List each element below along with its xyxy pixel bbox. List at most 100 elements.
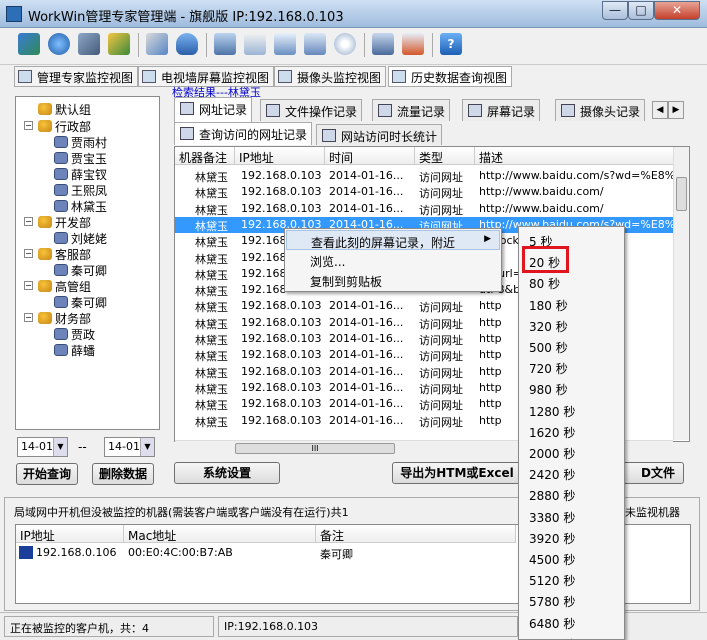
date-to-select[interactable]: 14-01 ▼	[104, 437, 155, 457]
tree-user[interactable]: 薛宝钗	[54, 166, 107, 183]
submenu-item[interactable]: 2000 秒	[529, 442, 619, 462]
tree-user[interactable]: 刘姥姥	[54, 230, 107, 247]
start-query-button[interactable]: 开始查询	[16, 463, 78, 485]
stack-icon[interactable]	[18, 33, 40, 55]
tab-screen-records[interactable]: 屏幕记录	[462, 99, 541, 121]
computer-icon[interactable]	[372, 33, 394, 55]
menu-item-copy[interactable]: 复制到剪贴板	[286, 270, 500, 290]
mail-icon[interactable]	[244, 33, 266, 55]
collapse-icon[interactable]: −	[24, 217, 33, 226]
collapse-icon[interactable]: −	[24, 313, 33, 322]
submenu-item[interactable]: 320 秒	[529, 315, 619, 335]
menu-item-view-screen[interactable]: 查看此刻的屏幕记录，附近 ▶	[286, 230, 500, 250]
submenu-item[interactable]: 180 秒	[529, 294, 619, 314]
tab-monitor-view[interactable]: 管理专家监控视图	[14, 66, 139, 87]
delete-data-button[interactable]: 删除数据	[92, 463, 154, 485]
submenu-item[interactable]: 7220 秒	[529, 633, 619, 639]
app-icon	[6, 6, 22, 22]
column-header[interactable]: 时间	[325, 147, 415, 165]
collapse-icon[interactable]: −	[24, 249, 33, 258]
submenu-item[interactable]: 3380 秒	[529, 506, 619, 526]
tree-user[interactable]: 薛蟠	[54, 342, 95, 359]
tree-user[interactable]: 贾政	[54, 326, 95, 343]
help-icon[interactable]: ?	[440, 33, 462, 55]
tab-history-view[interactable]: 历史数据查询视图	[388, 66, 513, 87]
date-separator: --	[78, 440, 87, 454]
column-header[interactable]: 备注	[316, 525, 516, 543]
submenu-item[interactable]: 5120 秒	[529, 569, 619, 589]
submenu-item[interactable]: 2420 秒	[529, 463, 619, 483]
users-icon[interactable]	[108, 33, 130, 55]
photo-icon[interactable]	[274, 33, 296, 55]
user-icon	[54, 328, 68, 340]
export-file-button[interactable]: D文件	[616, 462, 684, 484]
submenu-item[interactable]: 4500 秒	[529, 548, 619, 568]
tree-user[interactable]: 秦可卿	[54, 294, 107, 311]
tree-group[interactable]: 开发部	[38, 214, 91, 231]
tree-group[interactable]: 高管组	[38, 278, 91, 295]
scroll-thumb[interactable]: III	[235, 443, 395, 454]
table-row[interactable]: 林黛玉 192.168.0.103 2014-01-16... 访问网址 http://…	[175, 201, 675, 217]
url-icon	[180, 127, 194, 140]
submenu-item[interactable]: 3920 秒	[529, 527, 619, 547]
tab-scroll-right[interactable]: ▶	[668, 101, 684, 119]
tree-user[interactable]: 秦可卿	[54, 262, 107, 279]
column-header[interactable]: 描述	[475, 147, 675, 165]
column-header[interactable]: IP地址	[16, 525, 124, 543]
tree-user[interactable]: 贾宝玉	[54, 150, 107, 167]
screens-icon[interactable]	[304, 33, 326, 55]
send-icon[interactable]	[146, 33, 168, 55]
tab-camera-records[interactable]: 摄像头记录	[555, 99, 646, 121]
tab-site-duration[interactable]: 网站访问时长统计	[316, 124, 443, 145]
table-row[interactable]: 林黛玉 192.168.0.103 2014-01-16... 访问网址 http://…	[175, 168, 689, 184]
tab-traffic-records[interactable]: 流量记录	[372, 99, 451, 121]
tree-group[interactable]: 财务部	[38, 310, 91, 327]
tab-url-records[interactable]: 网址记录	[174, 97, 253, 122]
tree-user[interactable]: 王熙凤	[54, 182, 107, 199]
presentation-icon[interactable]	[402, 33, 424, 55]
monitor-icon[interactable]	[214, 33, 236, 55]
disc-icon[interactable]	[334, 33, 356, 55]
submenu-item[interactable]: 500 秒	[529, 336, 619, 356]
settings-icon[interactable]	[78, 33, 100, 55]
submenu-item[interactable]: 6480 秒	[529, 612, 619, 632]
column-header[interactable]: IP地址	[235, 147, 325, 165]
tree-group[interactable]: 默认组	[38, 101, 91, 118]
column-header[interactable]: 类型	[415, 147, 475, 165]
system-settings-button[interactable]: 系统设置	[174, 462, 280, 484]
minimize-button[interactable]: —	[602, 1, 628, 20]
submenu-item[interactable]: 80 秒	[529, 272, 619, 292]
collapse-icon[interactable]: −	[24, 121, 33, 130]
pin-icon[interactable]	[176, 33, 198, 55]
computer-icon	[19, 546, 33, 559]
close-button[interactable]: ✕	[654, 1, 700, 20]
vertical-scrollbar[interactable]	[673, 147, 689, 440]
table-row[interactable]: 林黛玉 192.168.0.103 2014-01-16... 访问网址 http://…	[175, 184, 675, 200]
tree-group[interactable]: 行政部	[38, 118, 91, 135]
tree-group[interactable]: 客服部	[38, 246, 91, 263]
globe-icon[interactable]	[48, 33, 70, 55]
user-icon	[54, 200, 68, 212]
menu-item-browse[interactable]: 浏览...	[286, 250, 500, 270]
tab-file-records[interactable]: 文件操作记录	[260, 99, 363, 121]
tab-query-urls[interactable]: 查询访问的网址记录	[174, 122, 313, 145]
submenu-item[interactable]: 5780 秒	[529, 590, 619, 610]
tab-camera-view[interactable]: 摄像头监控视图	[274, 66, 387, 87]
group-icon	[38, 280, 52, 292]
tab-scroll-left[interactable]: ◀	[652, 101, 668, 119]
submenu-item[interactable]: 1280 秒	[529, 400, 619, 420]
submenu-item[interactable]: 980 秒	[529, 378, 619, 398]
maximize-button[interactable]: □	[628, 1, 654, 20]
export-html-excel-button[interactable]: 导出为HTM或Excel	[392, 462, 522, 484]
collapse-icon[interactable]: −	[24, 281, 33, 290]
tree-user[interactable]: 贾雨村	[54, 134, 107, 151]
tree-user[interactable]: 林黛玉	[54, 198, 107, 215]
scroll-thumb[interactable]	[676, 177, 687, 211]
date-from-select[interactable]: 14-01 ▼	[17, 437, 68, 457]
submenu-item[interactable]: 720 秒	[529, 357, 619, 377]
submenu-item[interactable]: 2880 秒	[529, 484, 619, 504]
column-header[interactable]: Mac地址	[124, 525, 316, 543]
column-header[interactable]: 机器备注	[175, 147, 235, 165]
group-icon	[38, 103, 52, 115]
submenu-item[interactable]: 1620 秒	[529, 421, 619, 441]
